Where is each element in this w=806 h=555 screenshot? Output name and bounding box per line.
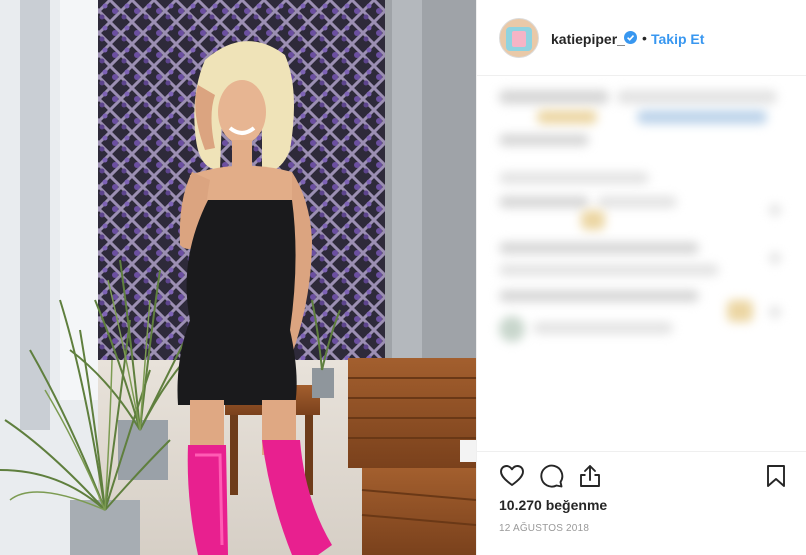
avatar-image-detail — [512, 31, 526, 47]
bookmark-icon[interactable] — [763, 463, 789, 489]
blurred-comment — [499, 172, 649, 184]
username-link[interactable]: katiepiper_ — [551, 31, 625, 47]
comments-area-blurred — [477, 76, 806, 451]
blurred-caption-line — [499, 90, 609, 104]
avatar[interactable] — [499, 18, 539, 58]
blurred-comment — [499, 196, 589, 208]
blurred-caption-line — [499, 134, 589, 146]
separator-dot: • — [642, 30, 647, 46]
post-photo-image — [0, 0, 476, 555]
blurred-emoji — [727, 300, 753, 322]
blurred-hashtags — [637, 110, 767, 124]
blurred-comment — [533, 322, 673, 334]
likes-count[interactable]: 10.270 beğenme — [499, 497, 607, 513]
blurred-comment — [499, 264, 719, 276]
post-date[interactable]: 12 AĞUSTOS 2018 — [499, 523, 589, 534]
post-side-panel: katiepiper_ • Takip Et 10.270 beğenme 12… — [476, 0, 806, 555]
post-actions: 10.270 beğenme 12 AĞUSTOS 2018 — [477, 451, 806, 555]
blurred-like-icon — [769, 204, 781, 216]
blurred-like-icon — [769, 252, 781, 264]
follow-button[interactable]: Takip Et — [651, 31, 704, 47]
blurred-caption-line — [617, 90, 777, 104]
post-header: katiepiper_ • Takip Et — [477, 0, 806, 76]
blurred-comment — [499, 242, 699, 254]
verified-badge-icon — [624, 31, 637, 44]
post-photo[interactable] — [0, 0, 476, 555]
heart-icon[interactable] — [499, 463, 525, 489]
blurred-like-icon — [769, 306, 781, 318]
blurred-emoji — [581, 210, 605, 230]
comment-icon[interactable] — [538, 463, 564, 489]
share-icon[interactable] — [577, 463, 603, 489]
blurred-comment — [597, 196, 677, 208]
blurred-emoji — [537, 110, 597, 124]
blurred-comment — [499, 290, 699, 302]
blurred-avatar — [499, 316, 525, 342]
